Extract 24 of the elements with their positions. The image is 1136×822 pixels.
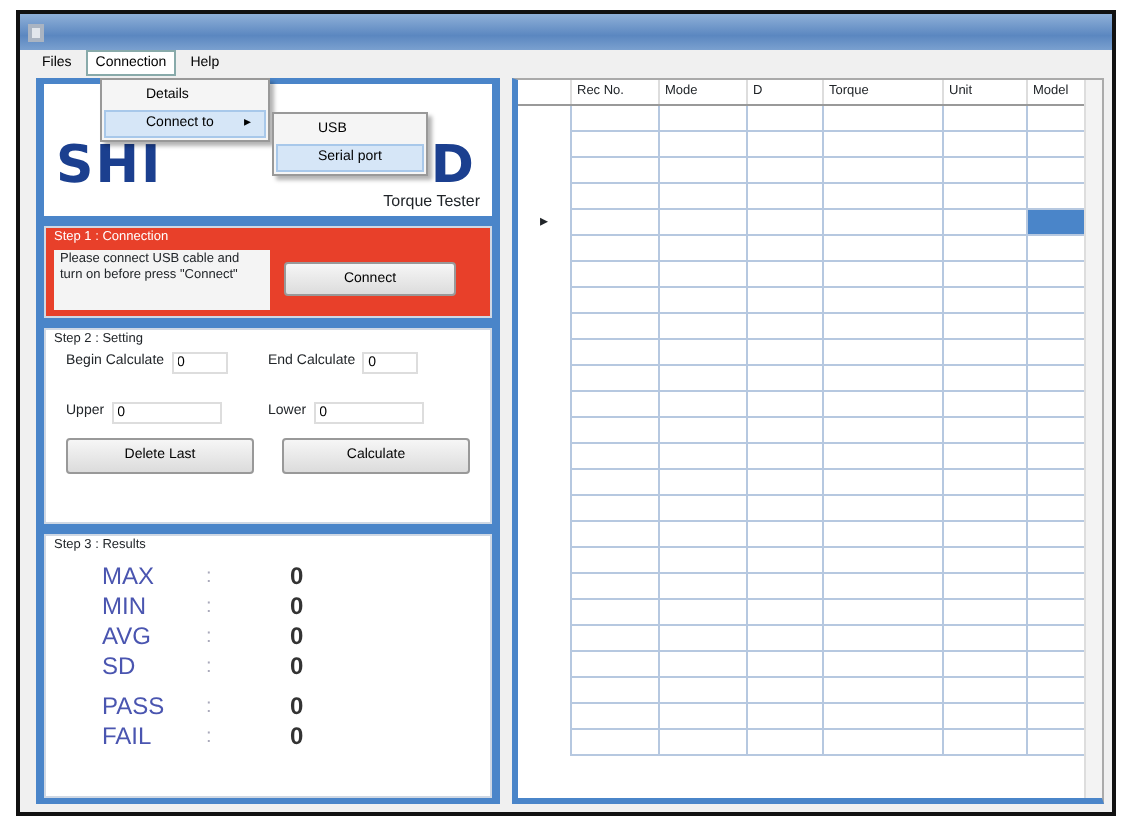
- result-label: SD: [102, 654, 138, 680]
- result-value: 0: [290, 564, 304, 590]
- result-value: 0: [290, 654, 304, 680]
- scrollbar[interactable]: [1084, 80, 1102, 798]
- result-value: 0: [290, 624, 304, 650]
- separator: :: [206, 694, 214, 722]
- result-label: FAIL: [102, 724, 154, 750]
- app-icon: [28, 23, 44, 41]
- separator: :: [206, 724, 214, 752]
- result-label: PASS: [102, 694, 167, 720]
- separator: :: [206, 624, 214, 652]
- result-value: 0: [290, 724, 304, 750]
- logo-subtitle: Torque Tester: [383, 192, 480, 210]
- separator: :: [206, 594, 214, 622]
- result-label: MAX: [102, 564, 157, 590]
- result-label: AVG: [102, 624, 153, 650]
- logo-text: SHI: [56, 140, 163, 192]
- separator: :: [206, 654, 214, 682]
- current-row-marker: ▸: [539, 211, 548, 229]
- separator: :: [206, 564, 214, 592]
- result-value: 0: [290, 594, 304, 620]
- result-label: MIN: [102, 594, 148, 620]
- result-value: 0: [290, 694, 304, 720]
- logo-text: D: [430, 140, 476, 192]
